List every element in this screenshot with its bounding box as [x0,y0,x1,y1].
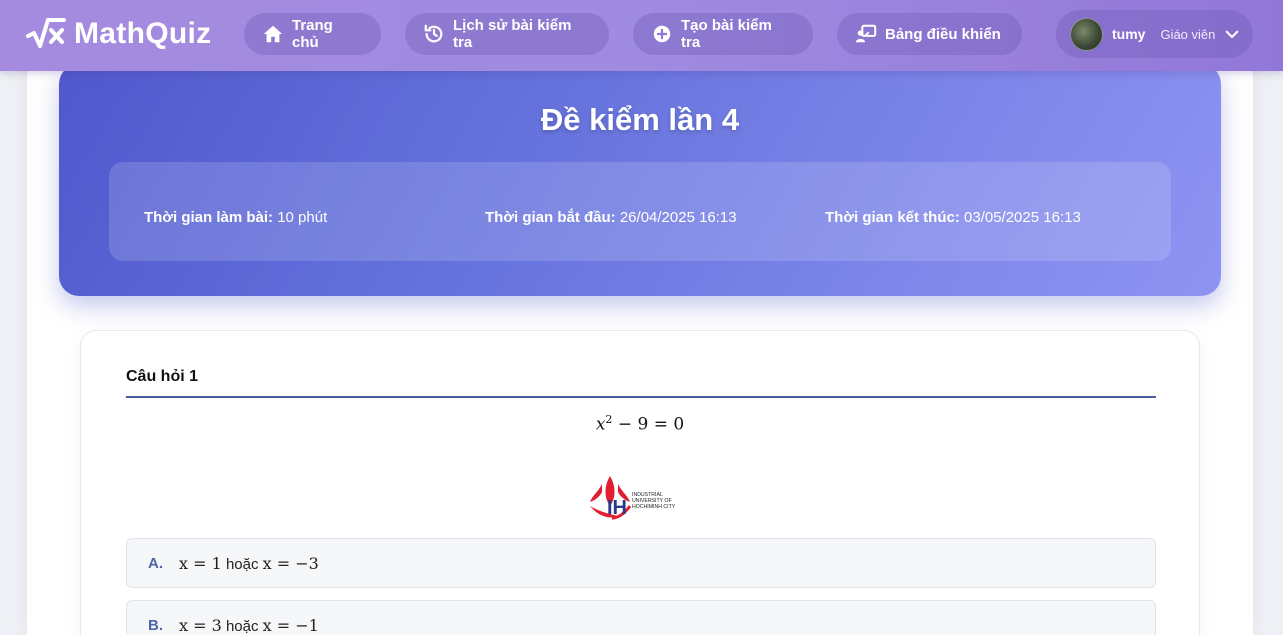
chevron-down-icon [1226,30,1239,39]
question-equation: x2 − 9 = 0 [81,413,1199,435]
home-icon [263,25,283,43]
equation-rest: − 9 = 0 [617,414,685,435]
top-navbar: MathQuiz Trang chủ Lịch sử bài kiểm tra … [0,0,1283,71]
option-math-2: x = −3 [262,553,319,573]
user-menu[interactable]: tumy Giáo viên [1056,10,1253,58]
option-b[interactable]: B. x = 3 hoặc x = −1 [126,600,1156,635]
quiz-title: Đề kiểm lần 4 [540,102,740,137]
option-math-2: x = −1 [262,615,319,635]
nav-home[interactable]: Trang chủ [244,13,381,55]
option-math-1: x = 3 [179,615,222,635]
quiz-end-time: Thời gian kết thúc: 03/05/2025 16:13 [825,209,1081,226]
option-connector: hoặc [225,617,259,635]
user-role: Giáo viên [1160,26,1216,42]
option-text: x = 3 hoặc x = −1 [179,616,319,635]
option-text: x = 1 hoặc x = −3 [179,554,319,573]
user-name: tumy [1112,26,1146,42]
university-logo-icon: IH INDUSTRIAL UNIVERSITY OF HOCHIMINH CI… [590,476,676,520]
logo-text-line-3: HOCHIMINH CITY [632,504,676,510]
start-label: Thời gian bắt đầu: [485,209,616,226]
nav-dashboard[interactable]: Bảng điều khiển [837,13,1022,55]
brand-logo[interactable]: MathQuiz [26,16,211,52]
logo-mark-text: IH [607,497,627,519]
end-label: Thời gian kết thúc: [825,209,960,226]
end-value: 03/05/2025 16:13 [964,209,1081,226]
quiz-header-card: Đề kiểm lần 4 Thời gian làm bài: 10 phút… [59,64,1221,296]
quiz-duration: Thời gian làm bài: 10 phút [144,209,327,226]
brand-name: MathQuiz [74,17,212,50]
nav-create-quiz[interactable]: Tạo bài kiểm tra [633,13,813,55]
quiz-info-box: Thời gian làm bài: 10 phút Thời gian bắt… [109,162,1171,261]
nav-home-label: Trang chủ [292,17,333,51]
equation-exponent: 2 [605,413,613,426]
option-letter: A. [148,554,163,572]
question-divider [126,396,1156,398]
start-value: 26/04/2025 16:13 [619,209,737,226]
question-card: Câu hỏi 1 x2 − 9 = 0 IH INDUSTRIAL UNIVE… [80,330,1200,635]
option-a[interactable]: A. x = 1 hoặc x = −3 [126,538,1156,588]
question-image-logo: IH INDUSTRIAL UNIVERSITY OF HOCHIMINH CI… [588,472,703,524]
nav-dashboard-label: Bảng điều khiển [885,25,1001,43]
dashboard-icon [855,24,877,43]
duration-value: 10 phút [277,209,328,226]
sqrt-x-icon [26,18,66,48]
duration-label: Thời gian làm bài: [144,209,274,226]
quiz-start-time: Thời gian bắt đầu: 26/04/2025 16:13 [485,209,737,226]
equation-variable: x [595,414,606,435]
option-math-1: x = 1 [179,553,222,573]
nav-history-label: Lịch sử bài kiểm tra [453,17,572,51]
option-letter: B. [148,616,163,634]
avatar [1070,17,1103,51]
plus-circle-icon [653,25,671,43]
option-connector: hoặc [225,555,259,573]
question-title: Câu hỏi 1 [126,368,199,385]
history-icon [424,24,443,43]
nav-history[interactable]: Lịch sử bài kiểm tra [405,13,609,55]
nav-create-quiz-label: Tạo bài kiểm tra [681,17,772,51]
